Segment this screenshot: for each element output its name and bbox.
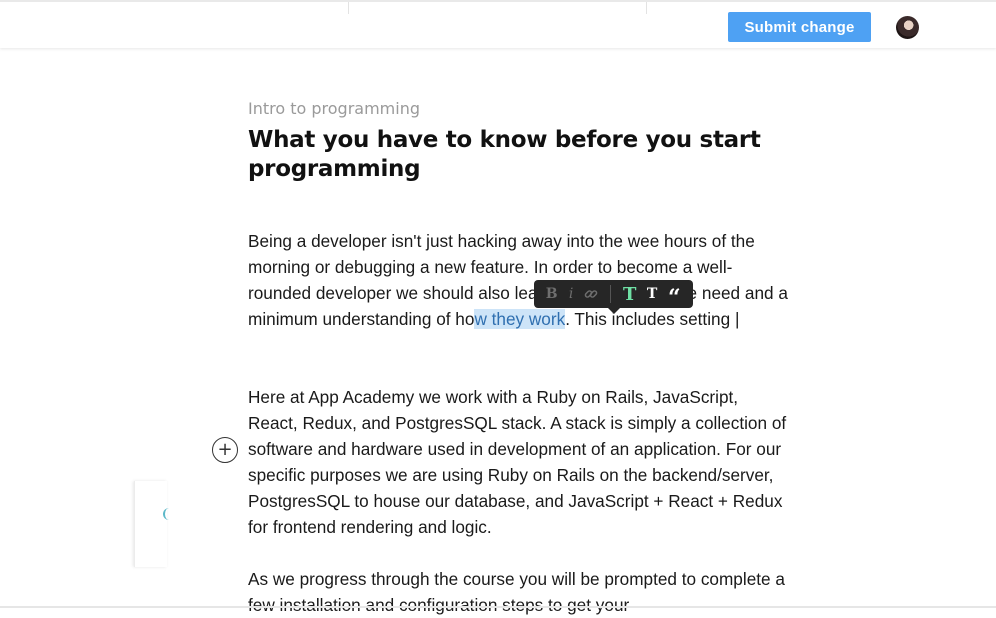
quote-button[interactable]: “ xyxy=(664,280,685,311)
divider xyxy=(348,2,349,14)
text-caret: | xyxy=(734,309,740,329)
article-category: Intro to programming xyxy=(248,99,421,118)
user-avatar[interactable] xyxy=(896,16,919,39)
paragraph-1[interactable]: Being a developer isn't just hacking awa… xyxy=(248,228,788,332)
italic-button[interactable]: i xyxy=(561,280,580,308)
toolbar-separator xyxy=(610,285,612,303)
paragraph-2[interactable]: Here at App Academy we work with a Ruby … xyxy=(248,384,788,540)
article-title[interactable]: What you have to know before you start p… xyxy=(248,126,768,184)
paragraph-3[interactable]: As we progress through the course you wi… xyxy=(248,566,788,618)
top-bar: Submit change xyxy=(0,0,996,48)
insert-plus-button[interactable]: + xyxy=(212,437,238,463)
formatting-toolbar: B i T T “ xyxy=(534,280,693,314)
side-panel xyxy=(134,481,167,567)
link-icon-glyph xyxy=(585,290,598,298)
heading-small-button[interactable]: T xyxy=(640,280,663,308)
link-icon[interactable] xyxy=(581,280,602,308)
side-panel-mark xyxy=(163,508,171,520)
bold-button[interactable]: B xyxy=(542,280,561,308)
text-selection[interactable]: w they work xyxy=(474,309,566,329)
submit-change-button[interactable]: Submit change xyxy=(728,12,871,42)
divider xyxy=(646,2,647,14)
heading-large-button[interactable]: T xyxy=(619,280,640,308)
p1-text-after: . This includes setting xyxy=(565,309,735,329)
